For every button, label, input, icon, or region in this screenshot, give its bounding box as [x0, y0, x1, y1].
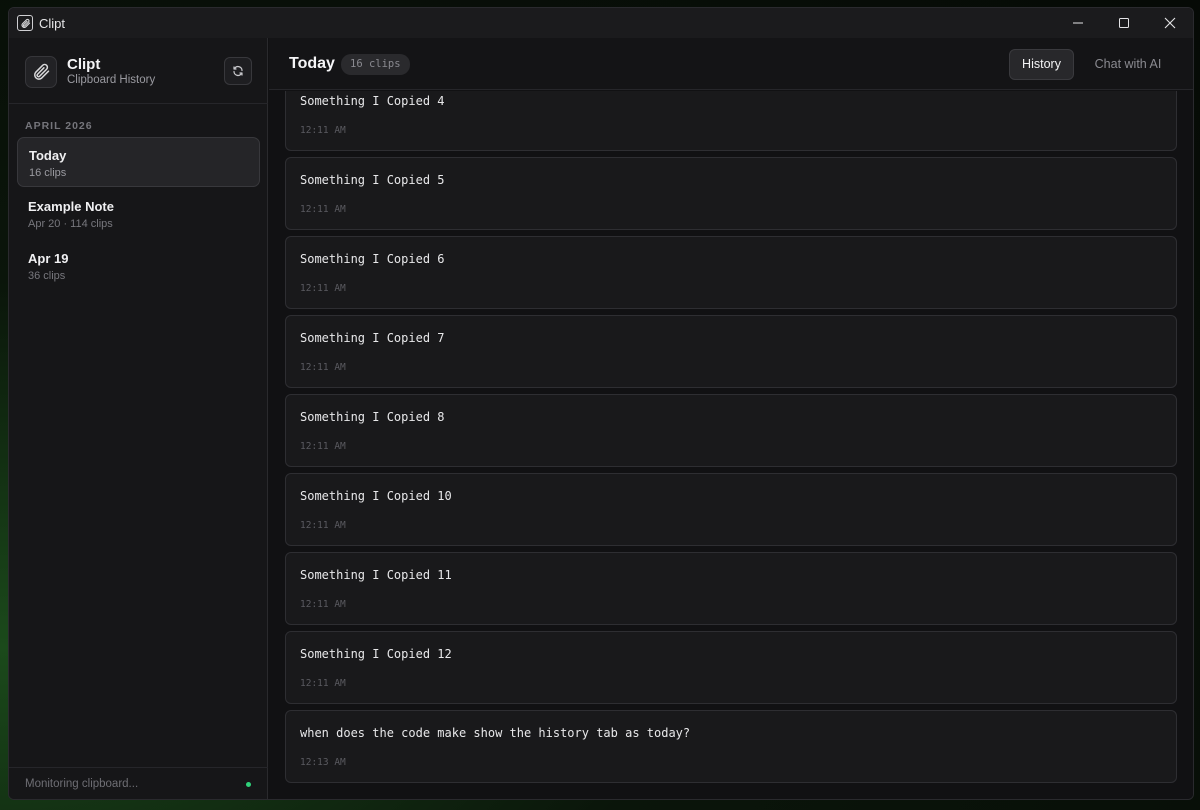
main-panel: Today 16 clips History Chat with AI Some…	[269, 38, 1193, 799]
refresh-icon	[233, 66, 243, 76]
clip-timestamp: 12:11 AM	[300, 125, 346, 136]
clip-count-badge: 16 clips	[341, 54, 410, 75]
page-title: Today	[289, 55, 335, 72]
clip-timestamp: 12:11 AM	[300, 362, 346, 373]
day-item-apr-19[interactable]: Apr 19 36 clips	[17, 241, 260, 291]
clip-card[interactable]: Something I Copied 6 12:11 AM	[285, 236, 1177, 309]
app-logo	[25, 56, 57, 88]
close-button[interactable]	[1147, 8, 1193, 38]
clip-list[interactable]: Something I Copied 4 12:11 AM Something …	[269, 91, 1193, 799]
day-item-subtitle: Apr 20 · 114 clips	[28, 218, 113, 230]
day-item-subtitle: 36 clips	[28, 270, 66, 282]
clip-card[interactable]: Something I Copied 12 12:11 AM	[285, 631, 1177, 704]
app-window: Clipt Clipt Clipboard History APRIL 2026…	[8, 7, 1194, 800]
sidebar-footer: Monitoring clipboard...	[9, 767, 268, 799]
clip-card[interactable]: Something I Copied 8 12:11 AM	[285, 394, 1177, 467]
day-item-title: Today	[29, 148, 67, 163]
day-item-today[interactable]: Today 16 clips	[17, 137, 260, 187]
paperclip-icon	[17, 15, 33, 31]
sidebar: Clipt Clipboard History APRIL 2026 Today…	[9, 38, 268, 799]
clip-timestamp: 12:11 AM	[300, 204, 346, 215]
window-title: Clipt	[39, 15, 66, 31]
close-icon	[1164, 17, 1176, 29]
refresh-button[interactable]	[224, 57, 252, 85]
day-item-title: Apr 19	[28, 251, 69, 266]
app-subtitle: Clipboard History	[67, 74, 156, 86]
tab-chat-with-ai[interactable]: Chat with AI	[1087, 49, 1169, 80]
clip-timestamp: 12:11 AM	[300, 678, 346, 689]
tab-history[interactable]: History	[1009, 49, 1074, 80]
clip-timestamp: 12:11 AM	[300, 520, 346, 531]
clip-text: Something I Copied 6	[300, 252, 445, 266]
status-indicator-dot	[246, 782, 251, 787]
minimize-icon	[1073, 22, 1083, 24]
clip-card[interactable]: Something I Copied 11 12:11 AM	[285, 552, 1177, 625]
maximize-icon	[1119, 18, 1129, 28]
clip-text: Something I Copied 8	[300, 410, 445, 424]
minimize-button[interactable]	[1055, 8, 1101, 38]
clip-card[interactable]: when does the code make show the history…	[285, 710, 1177, 783]
day-item-title: Example Note	[28, 199, 114, 214]
title-bar[interactable]: Clipt	[9, 8, 1193, 38]
clip-card[interactable]: Something I Copied 7 12:11 AM	[285, 315, 1177, 388]
monitoring-status-text: Monitoring clipboard...	[25, 778, 139, 790]
brand-header: Clipt Clipboard History	[9, 38, 268, 104]
clip-text: Something I Copied 12	[300, 647, 452, 661]
app-name: Clipt	[67, 56, 101, 73]
clip-text: Something I Copied 10	[300, 489, 452, 503]
clip-timestamp: 12:13 AM	[300, 757, 346, 768]
paperclip-icon	[34, 63, 50, 80]
clip-text: Something I Copied 11	[300, 568, 452, 582]
clip-timestamp: 12:11 AM	[300, 441, 346, 452]
clip-card[interactable]: Something I Copied 4 12:11 AM	[285, 91, 1177, 151]
day-item-subtitle: 16 clips	[29, 167, 67, 179]
day-item-example-note[interactable]: Example Note Apr 20 · 114 clips	[17, 189, 260, 239]
clip-timestamp: 12:11 AM	[300, 283, 346, 294]
clip-timestamp: 12:11 AM	[300, 599, 346, 610]
clip-card[interactable]: Something I Copied 5 12:11 AM	[285, 157, 1177, 230]
clip-text: when does the code make show the history…	[300, 726, 691, 740]
main-header: Today 16 clips History Chat with AI	[269, 38, 1193, 90]
clip-text: Something I Copied 5	[300, 173, 445, 187]
maximize-button[interactable]	[1101, 8, 1147, 38]
clip-card[interactable]: Something I Copied 10 12:11 AM	[285, 473, 1177, 546]
clip-text: Something I Copied 7	[300, 331, 445, 345]
month-section-label: APRIL 2026	[25, 120, 93, 132]
clip-text: Something I Copied 4	[300, 94, 445, 108]
window-controls	[1055, 8, 1193, 38]
